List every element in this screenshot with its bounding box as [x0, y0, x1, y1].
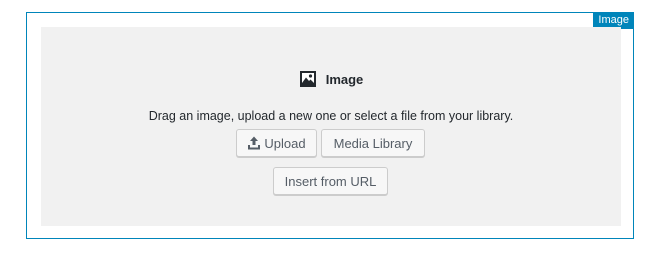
upload-button-label: Upload [264, 135, 306, 151]
media-library-button[interactable]: Media Library [321, 129, 425, 157]
insert-from-url-button[interactable]: Insert from URL [273, 167, 388, 195]
upload-icon [247, 136, 261, 150]
placeholder-instructions: Drag an image, upload a new one or selec… [148, 109, 514, 123]
image-placeholder[interactable]: Image Drag an image, upload a new one or… [41, 27, 621, 226]
placeholder-label: Image [41, 70, 621, 88]
placeholder-title: Image [325, 71, 364, 87]
image-block[interactable]: Image Image Drag an image, upload a new … [26, 12, 634, 239]
upload-button[interactable]: Upload [236, 129, 317, 157]
image-icon [299, 70, 317, 88]
